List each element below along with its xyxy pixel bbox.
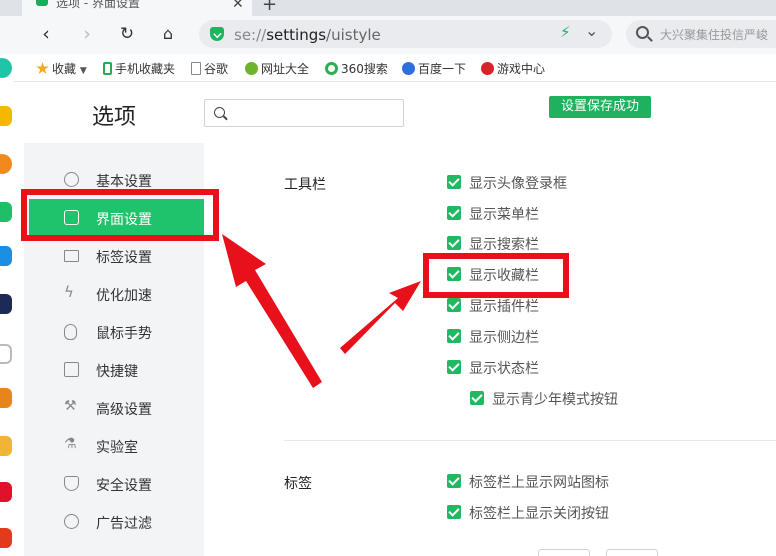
annotation-arrow-to-interface (222, 234, 322, 388)
browser-window: 选项 - 界面设置 ✕ + ‹ › ↻ ⌂ se://settings/uist… (0, 0, 776, 556)
annotation-arrow-to-bookmarks (340, 281, 421, 354)
annotation-arrows (222, 234, 421, 388)
